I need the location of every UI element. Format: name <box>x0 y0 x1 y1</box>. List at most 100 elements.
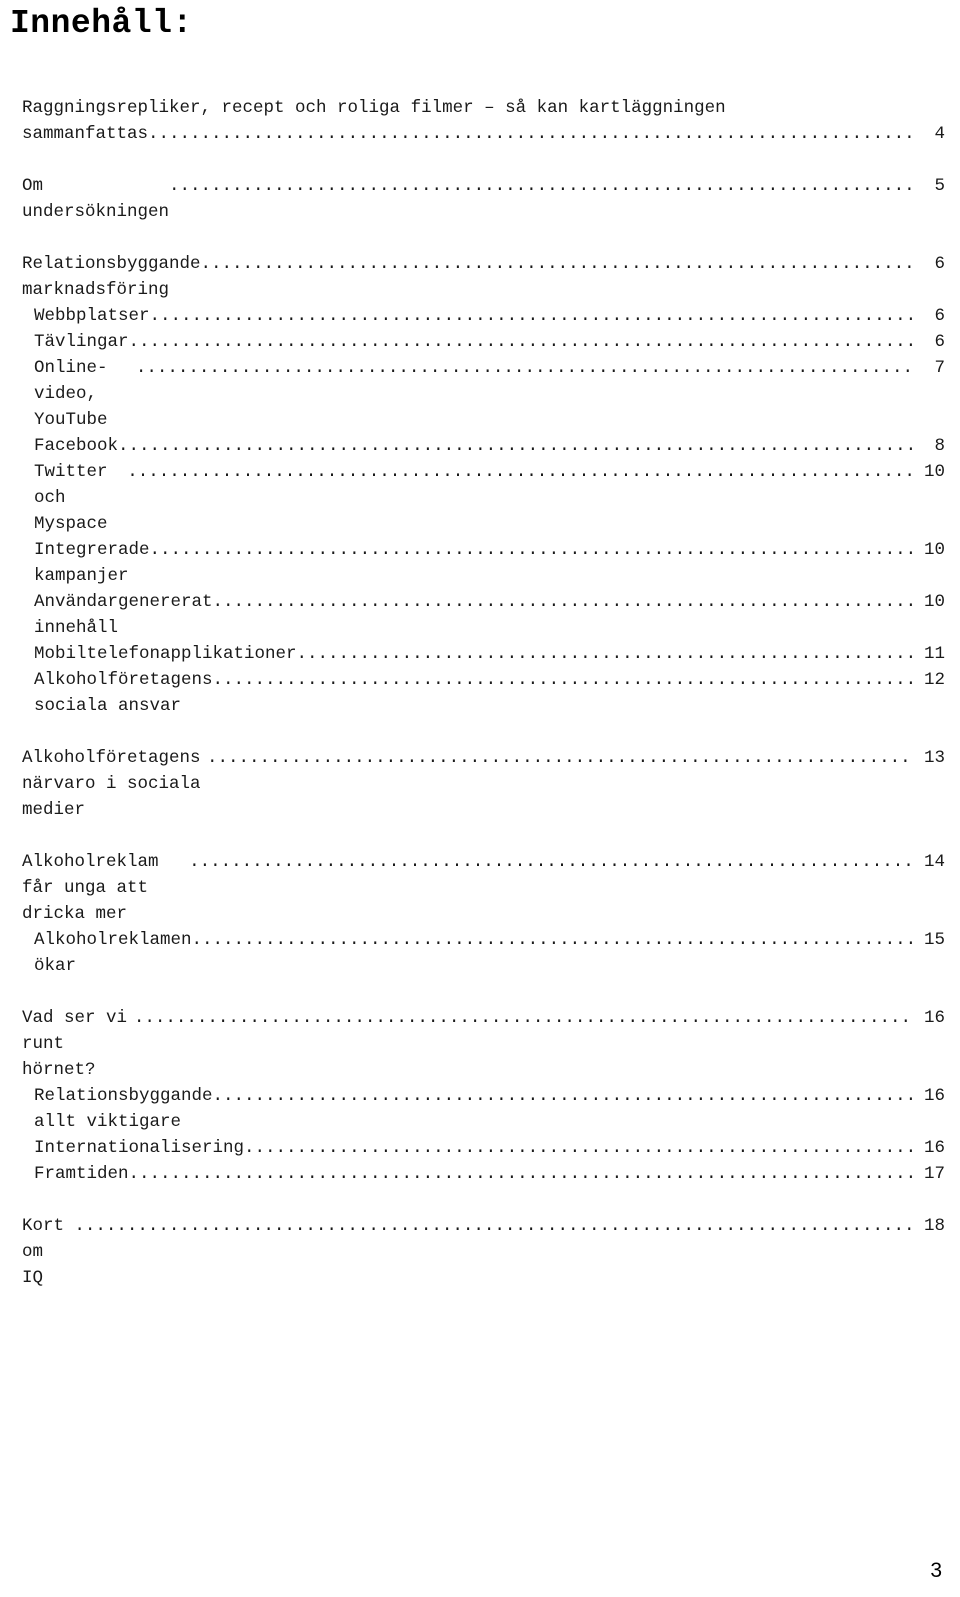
toc-leader-dots: ........................................… <box>128 1164 912 1184</box>
toc-entry-label: Relationsbyggande marknadsföring <box>22 254 212 300</box>
toc-leader-dots: ........................................… <box>191 930 912 950</box>
toc-page-number: 14 <box>923 852 945 872</box>
toc-leader-dots: ........................................… <box>128 332 912 352</box>
toc-entry-label: Twitter och Myspace <box>34 462 119 534</box>
toc-page-number: 13 <box>923 748 945 768</box>
toc-entry-label: Relationsbyggande allt viktigare <box>34 1086 224 1132</box>
toc-entry-row: sammanfattas............................… <box>22 121 945 147</box>
toc-entry-row: Alkoholföretagens sociala ansvar........… <box>34 667 945 719</box>
toc-entry-label: Alkoholreklam får unga att dricka mer <box>22 852 170 924</box>
toc-entry[interactable]: Alkoholreklam får unga att dricka mer...… <box>0 849 960 927</box>
toc-leader-dots: ........................................… <box>149 540 912 560</box>
toc-page-number: 10 <box>923 540 945 560</box>
document-page: Innehåll: Raggningsrepliker, recept och … <box>0 0 960 1597</box>
toc-entry-label: Framtiden <box>34 1164 129 1184</box>
toc-leader-dots: ........................................… <box>135 358 912 378</box>
toc-page-number: 16 <box>923 1008 945 1028</box>
toc-entry-row: Framtiden...............................… <box>34 1161 945 1187</box>
toc-entry-row: Internationalisering....................… <box>34 1135 945 1161</box>
toc-entry[interactable]: Alkoholreklamen ökar....................… <box>0 927 960 979</box>
toc-leader-dots: ........................................… <box>296 644 912 664</box>
toc-entry-row: Kort om IQ..............................… <box>22 1213 945 1291</box>
toc-page-number: 5 <box>934 176 945 196</box>
toc-entry-label: Tävlingar <box>34 332 129 352</box>
toc-entry-row: Användargenererat innehåll..............… <box>34 589 945 641</box>
toc-entry[interactable]: Vad ser vi runt hörnet?.................… <box>0 1005 960 1083</box>
toc-leader-dots: ........................................… <box>127 462 912 482</box>
toc-entry-label: Alkoholföretagens sociala ansvar <box>34 670 224 716</box>
toc-page-number: 6 <box>934 332 945 352</box>
toc-entry-label: Facebook <box>34 436 119 456</box>
toc-entry[interactable]: Internationalisering....................… <box>0 1135 960 1161</box>
toc-entry[interactable]: Framtiden...............................… <box>0 1161 960 1187</box>
toc-leader-dots: ........................................… <box>189 852 912 872</box>
toc-entry[interactable]: Integrerade kampanjer...................… <box>0 537 960 589</box>
toc-entry-row: Online-video, YouTube...................… <box>34 355 945 433</box>
toc-leader-dots: ........................................… <box>212 670 912 690</box>
toc-entry-label: Online-video, YouTube <box>34 358 108 430</box>
toc-leader-dots: ........................................… <box>244 1138 912 1158</box>
toc-entry-label: Mobiltelefonapplikationer <box>34 644 297 664</box>
toc-entry[interactable]: Kort om IQ..............................… <box>0 1213 960 1291</box>
toc-entry[interactable]: Användargenererat innehåll..............… <box>0 589 960 641</box>
toc-page-number: 6 <box>934 254 945 274</box>
toc-page-number: 11 <box>923 644 945 664</box>
toc-entry-label-continued: sammanfattas <box>22 124 149 144</box>
toc-page-number: 17 <box>923 1164 945 1184</box>
toc-leader-dots: ........................................… <box>212 592 912 612</box>
footer-page-number: 3 <box>930 1559 942 1582</box>
toc-entry[interactable]: Webbplatser.............................… <box>0 303 960 329</box>
toc-leader-dots: ........................................… <box>133 1008 912 1028</box>
toc-entry-label: Om undersökningen <box>22 176 170 222</box>
toc-leader-dots: ........................................… <box>149 306 912 326</box>
toc-entry-label: Internationalisering <box>34 1138 245 1158</box>
toc-entry-row: Facebook................................… <box>34 433 945 459</box>
toc-entry[interactable]: Alkoholföretagens sociala ansvar........… <box>0 667 960 719</box>
toc-page-number: 12 <box>923 670 945 690</box>
toc-entry[interactable]: Twitter och Myspace.....................… <box>0 459 960 537</box>
toc-entry-label: Alkoholreklamen ökar <box>34 930 203 976</box>
toc-entry-row: Webbplatser.............................… <box>34 303 945 329</box>
toc-entry-row: Alkoholreklam får unga att dricka mer...… <box>22 849 945 927</box>
toc-leader-dots: ........................................… <box>118 436 912 456</box>
toc-entry[interactable]: Facebook................................… <box>0 433 960 459</box>
toc-entry[interactable]: Mobiltelefonapplikationer...............… <box>0 641 960 667</box>
toc-entry-row: Vad ser vi runt hörnet?.................… <box>22 1005 945 1083</box>
toc-entry-row: Alkoholföretagens närvaro i sociala medi… <box>22 745 945 823</box>
toc-leader-dots: ........................................… <box>212 1086 912 1106</box>
toc-entry[interactable]: Alkoholföretagens närvaro i sociala medi… <box>0 745 960 823</box>
table-of-contents: Raggningsrepliker, recept och roliga fil… <box>0 95 960 1291</box>
toc-entry-label: Webbplatser <box>34 306 150 326</box>
toc-leader-dots: ........................................… <box>200 254 912 274</box>
toc-entry-row: Tävlingar...............................… <box>34 329 945 355</box>
toc-entry[interactable]: Tävlingar...............................… <box>0 329 960 355</box>
toc-page-number: 7 <box>934 358 945 378</box>
toc-entry-label: Raggningsrepliker, recept och roliga fil… <box>22 98 726 118</box>
toc-entry[interactable]: Online-video, YouTube...................… <box>0 355 960 433</box>
toc-page-number: 15 <box>923 930 945 950</box>
toc-leader-dots: ........................................… <box>148 124 912 144</box>
toc-entry[interactable]: Relationsbyggande marknadsföring........… <box>0 251 960 303</box>
toc-entry-label: Vad ser vi runt hörnet? <box>22 1008 138 1080</box>
toc-entry-row: Om undersökningen.......................… <box>22 173 945 225</box>
toc-entry-row: Alkoholreklamen ökar....................… <box>34 927 945 979</box>
toc-page-number: 4 <box>934 124 945 144</box>
toc-entry-label: Kort om IQ <box>22 1216 75 1288</box>
toc-entry-label: Användargenererat innehåll <box>34 592 224 638</box>
toc-entry-row: Integrerade kampanjer...................… <box>34 537 945 589</box>
toc-entry-row: Mobiltelefonapplikationer...............… <box>34 641 945 667</box>
toc-entry[interactable]: Om undersökningen.......................… <box>0 173 960 225</box>
toc-entry-label: Integrerade kampanjer <box>34 540 161 586</box>
toc-entry-row: Relationsbyggande marknadsföring........… <box>22 251 945 303</box>
toc-page-number: 16 <box>923 1138 945 1158</box>
toc-page-number: 16 <box>923 1086 945 1106</box>
page-title: Innehåll: <box>10 5 193 42</box>
toc-entry[interactable]: Relationsbyggande allt viktigare........… <box>0 1083 960 1135</box>
toc-leader-dots: ........................................… <box>207 748 912 768</box>
toc-page-number: 6 <box>934 306 945 326</box>
toc-page-number: 8 <box>934 436 945 456</box>
toc-page-number: 10 <box>923 592 945 612</box>
toc-entry[interactable]: Raggningsrepliker, recept och roliga fil… <box>0 95 960 147</box>
toc-page-number: 18 <box>923 1216 945 1236</box>
toc-leader-dots: ........................................… <box>169 176 912 196</box>
